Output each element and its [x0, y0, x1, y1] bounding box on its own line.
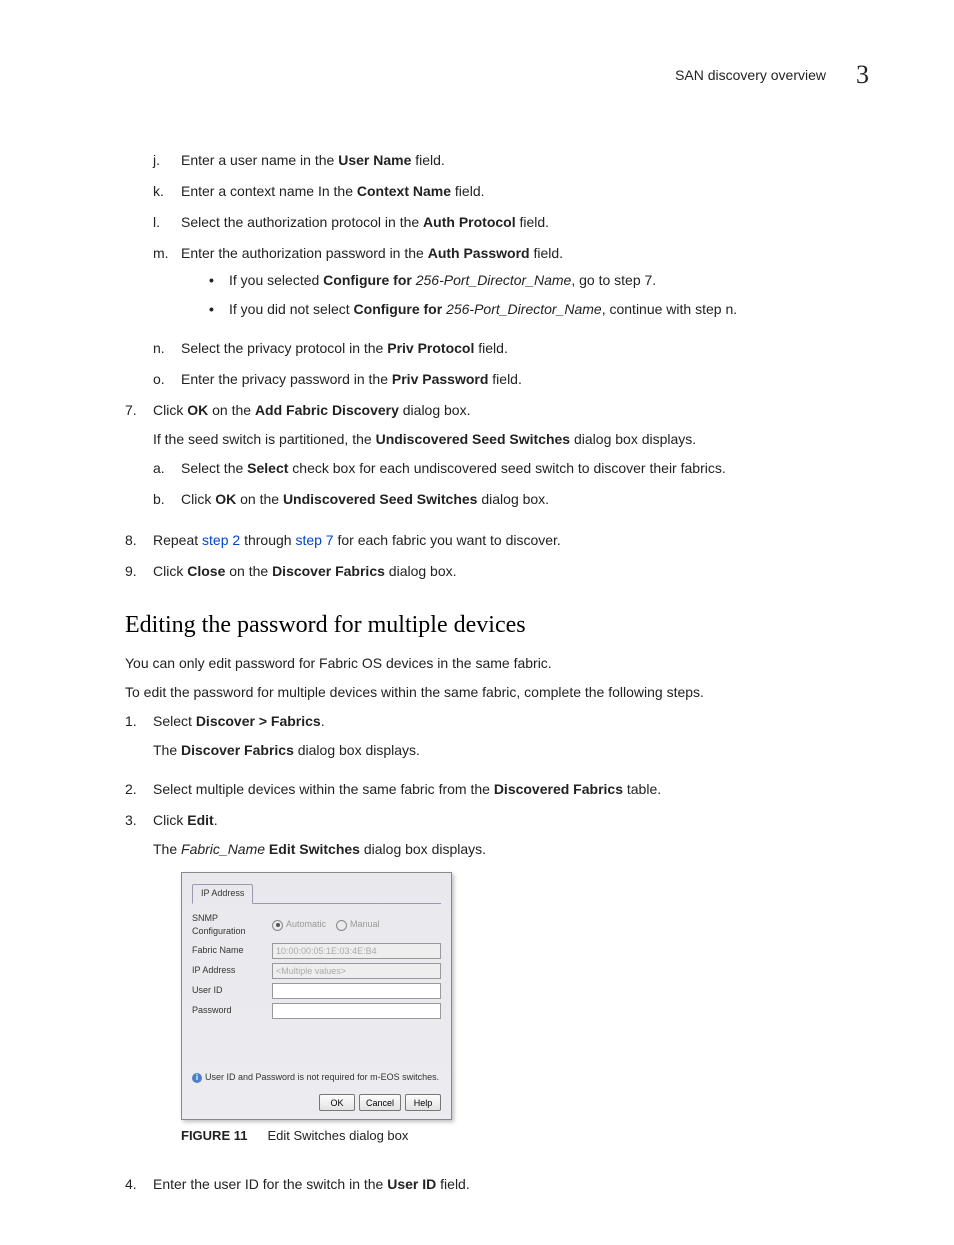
section-heading: Editing the password for multiple device… [125, 612, 869, 639]
substep-k: k. Enter a context name In the Context N… [153, 181, 869, 202]
tab-ip-address[interactable]: IP Address [192, 884, 253, 904]
field-ip-address: <Multiple values> [272, 963, 441, 979]
step-7a: a. Select the Select check box for each … [153, 458, 869, 479]
running-title: SAN discovery overview [675, 67, 826, 83]
field-fabric-name: 10:00:00:05:1E:03:4E:B4 [272, 943, 441, 959]
running-header: SAN discovery overview 3 [85, 60, 869, 90]
bullet-configure-no: If you did not select Configure for 256-… [209, 299, 869, 320]
field-password[interactable] [272, 1003, 441, 1019]
substep-j: j. Enter a user name in the User Name fi… [153, 150, 869, 171]
step-8: 8. Repeat step 2 through step 7 for each… [125, 530, 869, 551]
substep-n: n. Select the privacy protocol in the Pr… [153, 338, 869, 359]
figure-caption: FIGURE 11Edit Switches dialog box [181, 1126, 869, 1146]
link-step-2[interactable]: step 2 [202, 532, 240, 548]
dialog-note: iUser ID and Password is not required fo… [192, 1071, 441, 1085]
edit-step-2: 2. Select multiple devices within the sa… [125, 779, 869, 800]
step-7b: b. Click OK on the Undiscovered Seed Swi… [153, 489, 869, 510]
ok-button[interactable]: OK [319, 1094, 355, 1111]
edit-step-4: 4. Enter the user ID for the switch in t… [125, 1174, 869, 1195]
step-9: 9. Click Close on the Discover Fabrics d… [125, 561, 869, 582]
label-user-id: User ID [192, 984, 272, 998]
label-ip-address: IP Address [192, 964, 272, 978]
substep-m: m. Enter the authorization password in t… [153, 243, 869, 328]
label-password: Password [192, 1004, 272, 1018]
radio-automatic[interactable]: Automatic [272, 918, 326, 932]
radio-manual[interactable]: Manual [336, 918, 380, 932]
section-intro-1: You can only edit password for Fabric OS… [125, 653, 869, 674]
info-icon: i [192, 1073, 202, 1083]
cancel-button[interactable]: Cancel [359, 1094, 401, 1111]
section-intro-2: To edit the password for multiple device… [125, 682, 869, 703]
label-snmp-configuration: SNMP Configuration [192, 912, 272, 939]
chapter-number: 3 [856, 60, 869, 90]
bullet-configure-yes: If you selected Configure for 256-Port_D… [209, 270, 869, 291]
edit-step-1: 1. Select Discover > Fabrics. The Discov… [125, 711, 869, 769]
substep-l: l. Select the authorization protocol in … [153, 212, 869, 233]
step-7: 7. Click OK on the Add Fabric Discovery … [125, 400, 869, 520]
label-fabric-name: Fabric Name [192, 944, 272, 958]
field-user-id[interactable] [272, 983, 441, 999]
link-step-7[interactable]: step 7 [295, 532, 333, 548]
edit-switches-dialog: IP Address SNMP Configuration Automatic … [181, 872, 452, 1120]
substep-o: o. Enter the privacy password in the Pri… [153, 369, 869, 390]
edit-step-3: 3. Click Edit. The Fabric_Name Edit Swit… [125, 810, 869, 1164]
help-button[interactable]: Help [405, 1094, 441, 1111]
